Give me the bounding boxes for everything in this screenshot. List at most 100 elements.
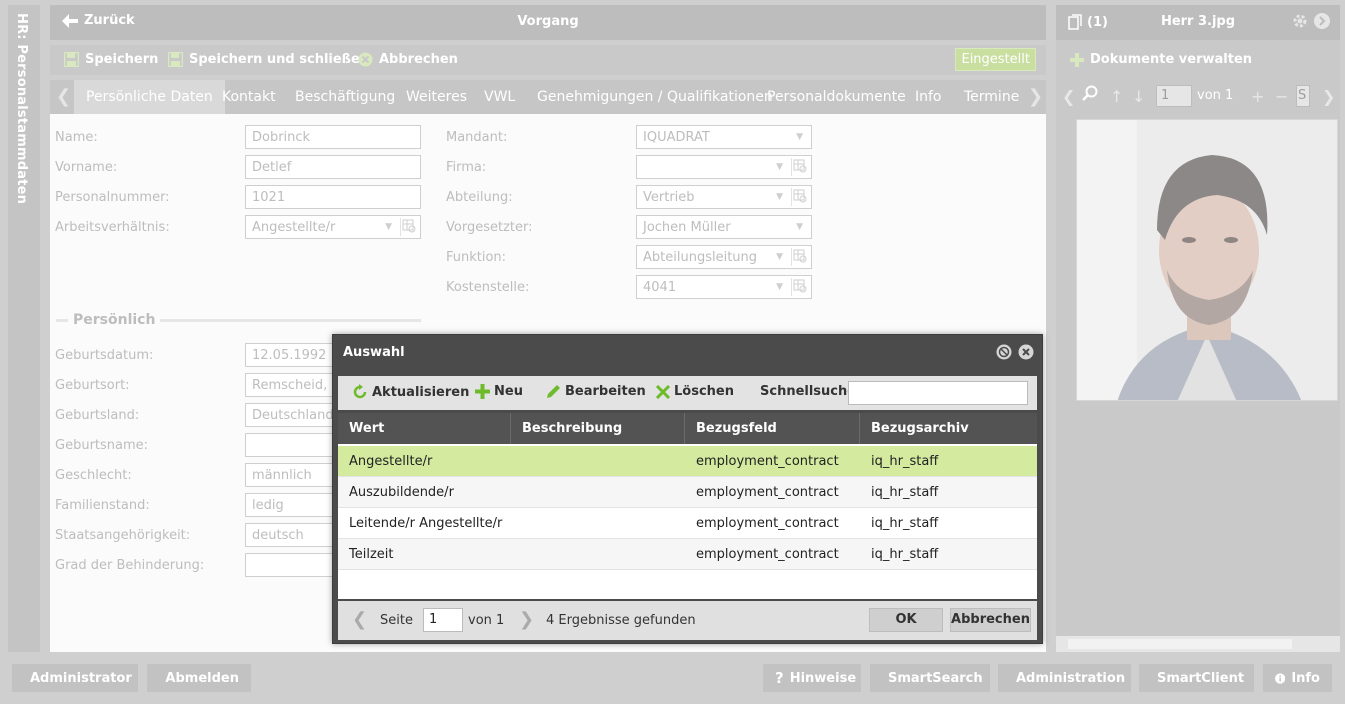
zoom-input[interactable]: S xyxy=(1296,85,1310,107)
tab-genehmigungen[interactable]: Genehmigungen / Qualifikationen xyxy=(525,80,785,114)
ok-button[interactable]: OK xyxy=(869,608,943,632)
close-icon[interactable] xyxy=(1018,344,1034,360)
section-header-personal: Persönlich xyxy=(56,312,421,328)
smartsearch-button[interactable]: SmartSearch xyxy=(870,664,990,692)
cost-center-select[interactable]: 4041 ▼ xyxy=(636,275,812,299)
zoom-out-icon[interactable]: − xyxy=(1275,87,1288,106)
minimize-icon[interactable] xyxy=(996,344,1012,360)
bottom-bar: Administrator Abmelden ? Hinweise SmartS… xyxy=(0,656,1345,704)
tab-scroll-right-icon[interactable]: ❯ xyxy=(1028,86,1043,107)
tab-persoenliche-daten[interactable]: Persönliche Daten xyxy=(74,80,225,114)
tab-termine[interactable]: Termine xyxy=(952,80,1031,114)
function-select[interactable]: Abteilungsleitung ▼ xyxy=(636,245,812,269)
chevron-down-icon: ▼ xyxy=(796,132,803,142)
column-header-wert[interactable]: Wert xyxy=(338,413,511,444)
lookup-icon[interactable] xyxy=(791,278,809,296)
field-label: Mandant: xyxy=(446,130,508,145)
manage-documents-button[interactable]: Dokumente verwalten xyxy=(1070,52,1252,67)
lookup-icon[interactable] xyxy=(791,188,809,206)
column-header-beschreibung[interactable]: Beschreibung xyxy=(511,413,685,444)
logout-button[interactable]: Abmelden xyxy=(147,664,251,692)
supervisor-select[interactable]: Jochen Müller ▼ xyxy=(636,215,812,239)
column-header-bezugsarchiv[interactable]: Bezugsarchiv xyxy=(860,413,1037,444)
refresh-label: Aktualisieren xyxy=(372,384,470,400)
employment-relationship-select[interactable]: Angestellte/r ▼ xyxy=(245,215,421,239)
document-preview xyxy=(1076,119,1338,401)
dialog-footer: ❮ Seite 1 von 1 ❯ 4 Ergebnisse gefunden … xyxy=(338,601,1037,640)
scrollbar-thumb[interactable] xyxy=(1068,639,1292,649)
edit-button[interactable]: Bearbeiten xyxy=(546,384,646,399)
quicksearch-input[interactable] xyxy=(848,381,1028,405)
selection-grid: Wert Beschreibung Bezugsfeld Bezugsarchi… xyxy=(338,413,1037,599)
cancel-button[interactable]: Abbrechen xyxy=(358,52,458,67)
cell-wert: Teilzeit xyxy=(349,547,394,562)
field-label: Firma: xyxy=(446,160,487,175)
zoom-in-icon[interactable]: + xyxy=(1251,87,1264,106)
page-input[interactable]: 1 xyxy=(1156,85,1192,107)
info-button[interactable]: Info xyxy=(1263,664,1332,692)
manage-documents-label: Dokumente verwalten xyxy=(1090,52,1253,67)
section-title: Persönlich xyxy=(73,312,156,328)
smartclient-label: SmartClient xyxy=(1157,670,1245,686)
info-icon xyxy=(1275,672,1286,684)
chevron-right-circle-icon[interactable] xyxy=(1314,13,1330,29)
tab-personaldokumente[interactable]: Personaldokumente xyxy=(755,80,918,114)
hints-button[interactable]: ? Hinweise xyxy=(763,664,861,692)
refresh-button[interactable]: Aktualisieren xyxy=(352,384,469,400)
table-row[interactable]: Angestellte/r employment_contract iq_hr_… xyxy=(338,446,1037,477)
cancel-icon xyxy=(358,52,373,67)
document-panel: (1) Herr 3.jpg Dokumente verwalten ❮ ↑ ↓… xyxy=(1056,5,1340,652)
arrow-down-icon[interactable]: ↓ xyxy=(1132,87,1145,106)
name-input[interactable]: Dobrinck xyxy=(245,125,421,149)
cell-bezugsarchiv: iq_hr_staff xyxy=(871,547,939,562)
table-row[interactable]: Leitende/r Angestellte/r employment_cont… xyxy=(338,508,1037,539)
next-icon[interactable]: ❯ xyxy=(1322,87,1335,106)
column-header-bezugsfeld[interactable]: Bezugsfeld xyxy=(685,413,860,444)
horizontal-scrollbar[interactable] xyxy=(1056,636,1340,652)
department-select[interactable]: Vertrieb ▼ xyxy=(636,185,812,209)
page-of-label: von 1 xyxy=(468,613,505,628)
company-select[interactable]: ▼ xyxy=(636,155,812,179)
title-bar: Zurück Vorgang xyxy=(50,5,1046,40)
prev-icon[interactable]: ❮ xyxy=(1062,87,1075,106)
table-row[interactable]: Teilzeit employment_contract iq_hr_staff xyxy=(338,539,1037,570)
table-row[interactable]: Auszubildende/r employment_contract iq_h… xyxy=(338,477,1037,508)
tab-kontakt[interactable]: Kontakt xyxy=(210,80,288,114)
save-button[interactable]: Speichern xyxy=(64,52,158,67)
lookup-icon[interactable] xyxy=(791,158,809,176)
cell-wert: Auszubildende/r xyxy=(349,485,454,500)
administration-button[interactable]: Administration xyxy=(998,664,1131,692)
delete-button[interactable]: Löschen xyxy=(656,384,734,399)
client-select[interactable]: IQUADRAT ▼ xyxy=(636,125,812,149)
tab-beschaeftigung[interactable]: Beschäftigung xyxy=(283,80,407,114)
cancel-label: Abbrechen xyxy=(379,52,458,67)
dialog-cancel-button[interactable]: Abbrechen xyxy=(950,608,1031,632)
smartclient-button[interactable]: SmartClient xyxy=(1139,664,1254,692)
save-close-icon xyxy=(168,52,183,67)
tab-vwl[interactable]: VWL xyxy=(472,80,527,114)
search-icon[interactable] xyxy=(1082,85,1098,105)
save-icon xyxy=(64,52,79,67)
select-value: Angestellte/r xyxy=(252,220,336,235)
page-number-input[interactable]: 1 xyxy=(423,608,463,632)
administration-label: Administration xyxy=(1016,670,1126,686)
new-button[interactable]: Neu xyxy=(475,384,523,399)
prev-page-icon[interactable]: ❮ xyxy=(352,609,367,630)
cell-bezugsarchiv: iq_hr_staff xyxy=(871,485,939,500)
tab-info[interactable]: Info xyxy=(903,80,954,114)
gear-icon[interactable] xyxy=(1292,13,1308,29)
user-button[interactable]: Administrator xyxy=(12,664,138,692)
save-and-close-button[interactable]: Speichern und schließen xyxy=(168,52,369,67)
personnel-number-input[interactable]: 1021 xyxy=(245,185,421,209)
lookup-icon[interactable] xyxy=(791,248,809,266)
tab-weiteres[interactable]: Weiteres xyxy=(394,80,479,114)
arrow-up-icon[interactable]: ↑ xyxy=(1110,87,1123,106)
new-label: Neu xyxy=(494,384,523,399)
logout-label: Abmelden xyxy=(165,670,239,686)
firstname-input[interactable]: Detlef xyxy=(245,155,421,179)
tab-scroll-left-icon[interactable]: ❮ xyxy=(56,86,71,107)
lookup-icon[interactable] xyxy=(400,218,418,236)
tab-bar: ❮ Persönliche Daten Kontakt Beschäftigun… xyxy=(50,80,1046,114)
next-page-icon[interactable]: ❯ xyxy=(519,609,534,630)
field-label: Geburtsdatum: xyxy=(55,348,154,363)
